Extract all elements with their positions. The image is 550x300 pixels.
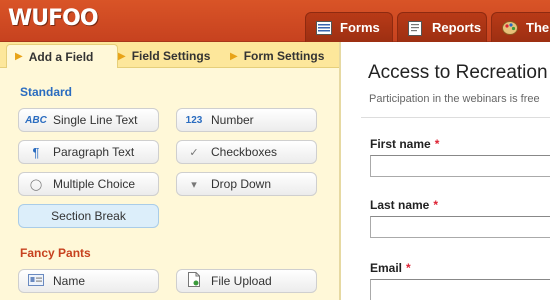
fancy-pants-section-title: Fancy Pants (20, 246, 91, 260)
subtab-field-settings[interactable]: ▶ Field Settings (114, 44, 210, 68)
subtab-field-settings-label: Field Settings (131, 49, 211, 63)
field-label: File Upload (211, 274, 272, 288)
form-preview: Access to Recreation Participation in th… (341, 42, 550, 300)
arrow-right-icon: ▶ (118, 50, 126, 62)
field-label: Multiple Choice (53, 177, 136, 191)
field-label: Single Line Text (53, 113, 138, 127)
last-name-input[interactable] (370, 216, 550, 238)
add-multiple-choice-button[interactable]: ◯ Multiple Choice (18, 172, 159, 196)
first-name-label-text: First name (370, 137, 431, 151)
themes-icon (502, 20, 518, 35)
dropdown-icon: ▾ (191, 178, 197, 191)
first-name-input[interactable] (370, 155, 550, 177)
form-description[interactable]: Participation in the webinars is free (369, 93, 540, 105)
field-label: Drop Down (211, 177, 272, 191)
tab-reports[interactable]: Reports (397, 12, 487, 42)
paragraph-icon: ¶ (32, 144, 40, 160)
subtab-form-settings[interactable]: ▶ Form Settings (226, 44, 324, 68)
single-line-text-icon: ABC (25, 114, 47, 126)
last-name-label: Last name * (370, 198, 438, 212)
email-label-text: Email (370, 261, 403, 275)
subtab-form-settings-label: Form Settings (243, 49, 325, 63)
email-input[interactable] (370, 279, 550, 300)
add-section-break-button[interactable]: Section Break (18, 204, 159, 228)
tab-reports-label: Reports (432, 20, 482, 35)
top-bar: WUFOO Forms Reports Themes (0, 0, 550, 42)
field-label: Checkboxes (211, 145, 278, 159)
file-upload-icon (177, 272, 211, 290)
field-label: Number (211, 113, 254, 127)
divider (361, 117, 550, 118)
last-name-label-text: Last name (370, 198, 430, 212)
required-asterisk: * (434, 137, 440, 151)
add-drop-down-button[interactable]: ▾ Drop Down (176, 172, 317, 196)
add-checkboxes-button[interactable]: ✓ Checkboxes (176, 140, 317, 164)
required-asterisk: * (433, 198, 439, 212)
radio-icon: ◯ (29, 178, 43, 191)
form-title[interactable]: Access to Recreation (368, 62, 548, 84)
field-builder-panel: ▶ Add a Field ▶ Field Settings ▶ Form Se… (0, 42, 340, 300)
first-name-label: First name * (370, 137, 439, 151)
tab-forms-label: Forms (340, 20, 380, 35)
add-single-line-text-button[interactable]: ABC Single Line Text (18, 108, 159, 132)
tab-themes[interactable]: Themes (491, 12, 550, 42)
field-label: Name (53, 274, 86, 288)
wufoo-logo[interactable]: WUFOO (8, 6, 99, 31)
reports-icon (408, 20, 424, 36)
sub-tab-bar: ▶ Add a Field ▶ Field Settings ▶ Form Se… (0, 42, 340, 68)
email-label: Email * (370, 261, 411, 275)
name-card-icon (19, 273, 53, 289)
field-label: Section Break (51, 209, 126, 223)
arrow-right-icon: ▶ (230, 50, 238, 62)
checkbox-icon: ✓ (189, 146, 199, 159)
forms-icon (316, 20, 332, 35)
subtab-add-field-label: Add a Field (28, 49, 94, 64)
subtab-add-field[interactable]: ▶ Add a Field (6, 44, 118, 68)
number-icon: 123 (185, 114, 203, 126)
tab-themes-label: Themes (526, 20, 550, 35)
required-asterisk: * (406, 261, 411, 275)
add-number-button[interactable]: 123 Number (176, 108, 317, 132)
arrow-right-icon: ▶ (15, 51, 23, 62)
field-label: Paragraph Text (53, 145, 135, 159)
add-name-button[interactable]: Name (18, 269, 159, 293)
add-paragraph-text-button[interactable]: ¶ Paragraph Text (18, 140, 159, 164)
add-file-upload-button[interactable]: File Upload (176, 269, 317, 293)
standard-section-title: Standard (20, 85, 73, 99)
tab-forms[interactable]: Forms (305, 12, 393, 42)
